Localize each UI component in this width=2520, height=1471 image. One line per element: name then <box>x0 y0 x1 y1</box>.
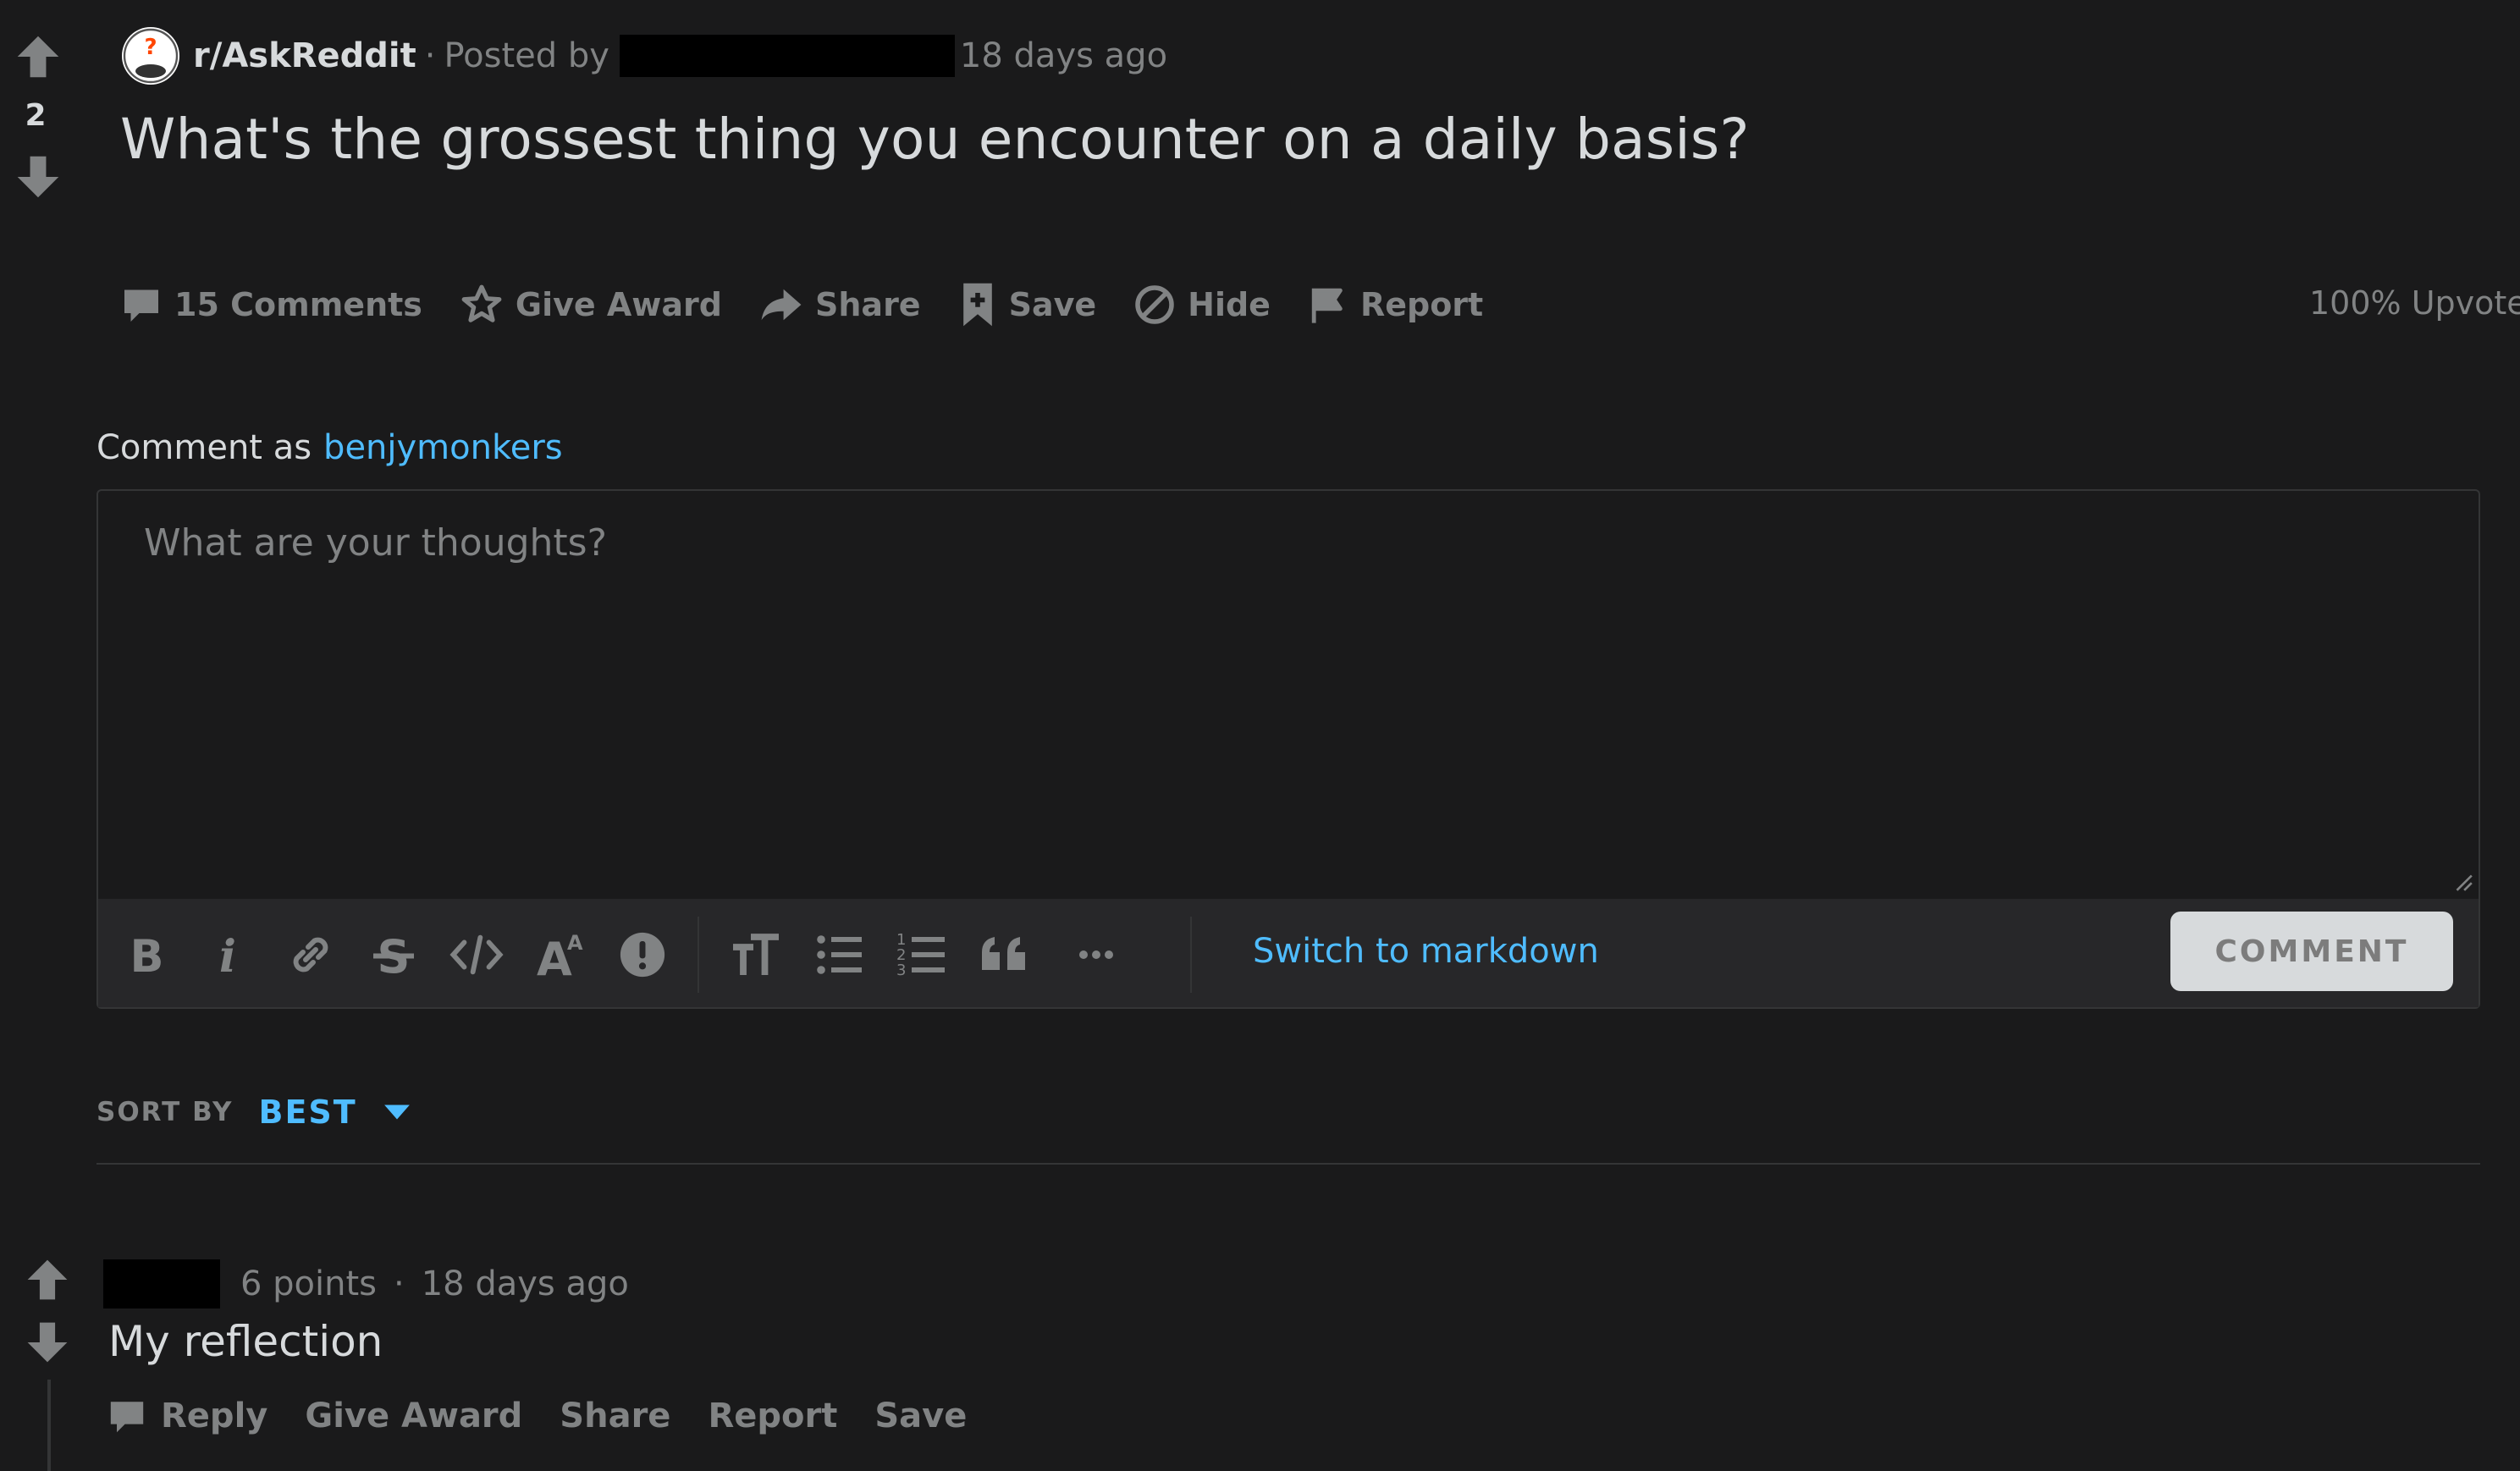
svg-text:?: ? <box>144 35 157 60</box>
svg-text:3: 3 <box>896 961 906 979</box>
flag-icon <box>1311 288 1343 323</box>
post-time[interactable]: 18 days ago <box>960 36 1167 75</box>
comment-as-line: Comment as benjymonkers <box>96 428 563 467</box>
give-award-label: Give Award <box>515 286 722 323</box>
spoiler-icon[interactable] <box>613 925 672 984</box>
post-title[interactable]: What's the grossest thing you encounter … <box>120 107 1750 172</box>
comment-submit-button[interactable]: COMMENT <box>2170 912 2453 991</box>
comment-editor: B i S AA <box>96 489 2480 1009</box>
sort-value[interactable]: BEST <box>258 1094 356 1131</box>
comment-as-label: Comment as <box>96 428 312 467</box>
strikethrough-icon[interactable]: S <box>364 925 423 984</box>
share-icon <box>761 289 802 321</box>
award-icon <box>461 284 502 322</box>
comment-points: 6 points <box>240 1264 378 1303</box>
reply-button[interactable]: Reply <box>107 1396 267 1436</box>
meta-separator: · <box>394 1264 405 1303</box>
svg-text:A: A <box>567 931 583 955</box>
post-downvote-icon[interactable] <box>15 154 61 200</box>
svg-text:i: i <box>219 931 236 978</box>
upvote-percentage: 100% Upvote <box>2309 284 2520 322</box>
code-icon[interactable] <box>447 925 506 984</box>
comment-report-button[interactable]: Report <box>708 1397 837 1435</box>
meta-separator: · <box>424 36 436 75</box>
comment-downvote-icon[interactable] <box>25 1320 69 1364</box>
hide-icon <box>1135 285 1174 324</box>
comments-button[interactable]: 15 Comments <box>120 284 422 326</box>
redacted-commenter <box>103 1259 220 1308</box>
post-upvote-icon[interactable] <box>15 34 61 80</box>
numbered-list-icon[interactable]: 123 <box>892 925 951 984</box>
give-award-button[interactable]: Give Award <box>460 283 722 327</box>
resize-handle-icon[interactable] <box>2451 870 2473 895</box>
post-vote-count: 2 <box>25 98 47 133</box>
comment-time[interactable]: 18 days ago <box>422 1264 629 1303</box>
svg-text:B: B <box>130 931 164 978</box>
save-label: Save <box>1008 286 1097 323</box>
hide-button[interactable]: Hide <box>1133 284 1271 326</box>
sort-divider <box>96 1163 2480 1165</box>
share-button[interactable]: Share <box>759 283 921 327</box>
italic-icon[interactable]: i <box>198 925 257 984</box>
toolbar-separator <box>698 917 699 993</box>
comment-icon <box>110 1402 144 1433</box>
comment-icon <box>124 289 158 322</box>
bulleted-list-icon[interactable] <box>809 925 868 984</box>
subreddit-avatar[interactable]: ? <box>120 25 181 86</box>
comment-thread-line[interactable] <box>47 1380 51 1471</box>
subreddit-link[interactable]: r/AskReddit <box>193 36 416 75</box>
bold-icon[interactable]: B <box>115 925 174 984</box>
bookmark-icon <box>962 283 992 327</box>
editor-toolbar: B i S AA 1 2 3 Switch to markdown COMMEN… <box>98 899 2479 1007</box>
comment-save-button[interactable]: Save <box>874 1397 967 1435</box>
sort-by-control[interactable]: SORT BY BEST <box>96 1090 411 1134</box>
post-meta: ? r/AskReddit · Posted by 18 days ago <box>120 24 1167 88</box>
caret-down-icon[interactable] <box>383 1103 411 1121</box>
superscript-icon[interactable]: AA <box>530 925 589 984</box>
username-link[interactable]: benjymonkers <box>323 428 563 467</box>
report-button[interactable]: Report <box>1308 284 1483 325</box>
comment-give-award-button[interactable]: Give Award <box>305 1397 522 1435</box>
more-options-icon[interactable] <box>1067 925 1126 984</box>
comment-meta: 6 points · 18 days ago <box>103 1258 629 1310</box>
switch-to-markdown-link[interactable]: Switch to markdown <box>1253 932 1599 971</box>
comment-body: My reflection <box>108 1317 383 1366</box>
comment-upvote-icon[interactable] <box>25 1258 69 1302</box>
post-action-bar: 15 Comments Give Award Share Save Hide R… <box>120 276 1520 333</box>
toolbar-separator <box>1190 917 1192 993</box>
save-button[interactable]: Save <box>958 281 1097 328</box>
comment-action-bar: Reply Give Award Share Report Save <box>107 1388 1004 1444</box>
share-label: Share <box>815 286 921 323</box>
redacted-author <box>619 35 955 77</box>
sort-by-label: SORT BY <box>96 1097 234 1127</box>
quote-block-icon[interactable] <box>975 925 1034 984</box>
link-icon[interactable] <box>281 925 340 984</box>
hide-label: Hide <box>1188 286 1271 323</box>
reddit-post-page: 2 ? r/AskReddit · Posted by 18 days ago … <box>0 0 2520 1471</box>
comment-textarea[interactable] <box>98 491 2479 897</box>
report-label: Report <box>1359 286 1484 323</box>
heading-icon[interactable] <box>726 925 786 984</box>
comments-label: 15 Comments <box>174 286 422 323</box>
reply-label: Reply <box>161 1397 268 1435</box>
comment-share-button[interactable]: Share <box>560 1397 670 1435</box>
posted-by-label: Posted by <box>444 36 609 75</box>
